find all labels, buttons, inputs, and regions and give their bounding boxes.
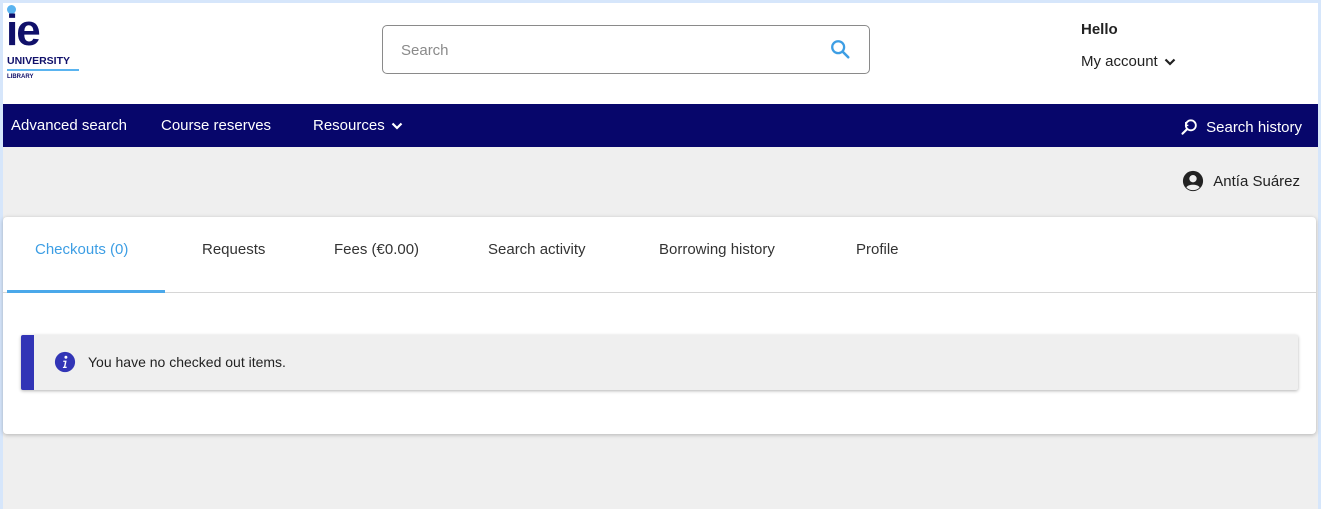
search-history-link[interactable]: Search history bbox=[1180, 117, 1302, 137]
tab-requests[interactable]: Requests bbox=[202, 241, 265, 258]
account-tabs: Checkouts (0) Requests Fees (€0.00) Sear… bbox=[3, 217, 1316, 293]
ie-university-library-logo[interactable]: ie UNIVERSITY LIBRARY bbox=[6, 5, 86, 91]
greeting: Hello bbox=[1081, 21, 1118, 38]
nav-course-reserves-label: Course reserves bbox=[161, 117, 272, 134]
search-history-icon bbox=[1181, 119, 1197, 135]
active-tab-indicator bbox=[7, 290, 165, 293]
info-alert: You have no checked out items. bbox=[21, 335, 1298, 390]
nav-advanced-search[interactable]: Advanced search bbox=[11, 117, 127, 134]
account-panel: Checkouts (0) Requests Fees (€0.00) Sear… bbox=[3, 217, 1316, 434]
chevron-down-icon bbox=[391, 122, 402, 130]
logo-library-text: LIBRARY bbox=[7, 74, 34, 80]
logo-underline bbox=[7, 69, 79, 71]
my-account-label: My account bbox=[1081, 53, 1158, 70]
tab-fees[interactable]: Fees (€0.00) bbox=[334, 241, 419, 258]
tab-profile[interactable]: Profile bbox=[856, 241, 899, 258]
user-name: Antía Suárez bbox=[1213, 172, 1300, 190]
search-history-label: Search history bbox=[1206, 118, 1302, 136]
alert-message: You have no checked out items. bbox=[88, 354, 286, 370]
info-icon bbox=[54, 351, 76, 373]
search-box bbox=[382, 25, 870, 74]
search-icon[interactable] bbox=[829, 38, 851, 60]
tab-checkouts[interactable]: Checkouts (0) bbox=[35, 241, 128, 258]
nav-advanced-search-label: Advanced search bbox=[11, 117, 127, 134]
main-nav: Advanced search Course reserves Resource… bbox=[3, 104, 1318, 147]
nav-course-reserves[interactable]: Course reserves bbox=[161, 117, 271, 134]
logo-brand: ie bbox=[6, 6, 41, 55]
my-account-menu[interactable]: My account bbox=[1081, 53, 1176, 70]
logo-university-text: UNIVERSITY bbox=[7, 55, 71, 67]
chevron-down-icon bbox=[1164, 58, 1175, 66]
tab-search-activity[interactable]: Search activity bbox=[488, 241, 586, 258]
nav-resources-label: Resources bbox=[313, 117, 385, 134]
user-menu[interactable]: Antía Suárez bbox=[1182, 170, 1300, 192]
search-input[interactable] bbox=[401, 38, 821, 62]
user-avatar-icon bbox=[1183, 170, 1204, 192]
header: ie UNIVERSITY LIBRARY Hello My account bbox=[3, 3, 1318, 104]
tab-borrowing-history[interactable]: Borrowing history bbox=[659, 241, 775, 258]
nav-resources[interactable]: Resources bbox=[313, 117, 403, 134]
